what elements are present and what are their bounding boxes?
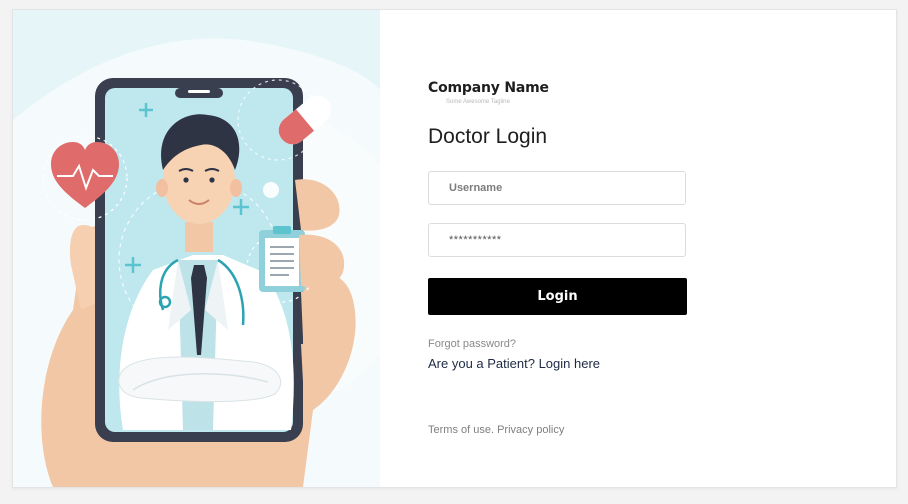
forgot-password-link[interactable]: Forgot password? bbox=[428, 338, 516, 350]
password-input[interactable] bbox=[428, 223, 686, 257]
patient-login-link[interactable]: Are you a Patient? Login here bbox=[428, 356, 600, 371]
login-form-panel: Company Name Some Awesome Tagline Doctor… bbox=[380, 10, 896, 487]
page-title: Doctor Login bbox=[428, 125, 548, 148]
login-button[interactable]: Login bbox=[428, 278, 687, 315]
privacy-policy-link[interactable]: Privacy policy bbox=[497, 424, 564, 436]
company-name: Company Name bbox=[428, 80, 549, 96]
login-card: Company Name Some Awesome Tagline Doctor… bbox=[12, 9, 897, 488]
legal-links: Terms of use. Privacy policy bbox=[428, 424, 564, 436]
doctor-illustration bbox=[13, 10, 380, 487]
company-tagline: Some Awesome Tagline bbox=[446, 99, 510, 105]
username-input[interactable] bbox=[428, 171, 686, 205]
terms-of-use-link[interactable]: Terms of use. bbox=[428, 424, 494, 436]
